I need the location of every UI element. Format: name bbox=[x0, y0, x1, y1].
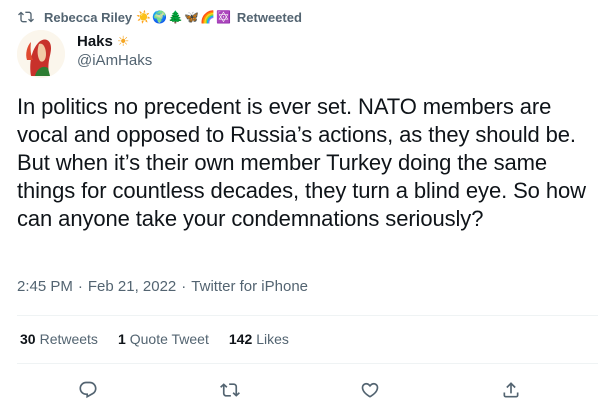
author-handle[interactable]: @iAmHaks bbox=[77, 52, 152, 69]
tweet-author: Haks ☀ @iAmHaks bbox=[17, 30, 152, 78]
retweet-context[interactable]: Rebecca Riley ☀️ 🌍 🌲 🦋 🌈 🔯 Retweeted bbox=[18, 7, 302, 27]
sun-icon: ☀ bbox=[116, 33, 130, 49]
retweet-icon bbox=[18, 11, 34, 23]
rainbow-emoji: 🌈 bbox=[199, 10, 215, 24]
retweet-button[interactable] bbox=[217, 377, 243, 403]
divider bbox=[17, 363, 598, 364]
likes-label: Likes bbox=[256, 331, 289, 347]
likes-stat[interactable]: 142 Likes bbox=[229, 331, 289, 347]
tweet-date[interactable]: Feb 21, 2022 bbox=[88, 278, 176, 295]
meta-separator: · bbox=[181, 278, 187, 295]
likes-count: 142 bbox=[228, 331, 253, 347]
tweet-text: In politics no precedent is ever set. NA… bbox=[17, 94, 586, 231]
retweet-icon bbox=[220, 383, 240, 397]
tree-emoji: 🌲 bbox=[168, 10, 184, 24]
share-button[interactable] bbox=[498, 377, 524, 403]
quote-tweets-count: 1 bbox=[117, 331, 126, 347]
retweeted-label: Retweeted bbox=[236, 9, 302, 25]
retweeter-emojis: ☀️ 🌍 🌲 🦋 🌈 🔯 bbox=[136, 11, 231, 23]
author-name-text[interactable]: Haks bbox=[77, 33, 113, 50]
tweet-time[interactable]: 2:45 PM bbox=[17, 278, 73, 295]
tweet-metadata: 2:45 PM · Feb 21, 2022 · Twitter for iPh… bbox=[17, 278, 308, 295]
meta-separator: · bbox=[77, 278, 83, 295]
retweeter-name[interactable]: Rebecca Riley bbox=[44, 10, 132, 25]
reply-button[interactable] bbox=[75, 377, 101, 403]
quote-tweets-stat[interactable]: 1 Quote Tweet bbox=[118, 331, 209, 347]
like-button[interactable] bbox=[357, 377, 383, 403]
avatar[interactable] bbox=[17, 30, 65, 78]
author-display-name[interactable]: Haks ☀ bbox=[77, 33, 152, 50]
tweet-stats: 30 Retweets 1 Quote Tweet 142 Likes bbox=[20, 331, 289, 347]
retweets-stat[interactable]: 30 Retweets bbox=[20, 331, 98, 347]
quote-tweets-label: Quote Tweet bbox=[129, 331, 209, 347]
tweet-actions bbox=[0, 375, 598, 405]
sun-emoji: ☀️ bbox=[136, 10, 152, 24]
tweet-source[interactable]: Twitter for iPhone bbox=[191, 278, 308, 295]
retweets-label: Retweets bbox=[39, 331, 98, 347]
retweets-count: 30 bbox=[20, 331, 36, 347]
divider bbox=[17, 315, 598, 316]
globe-emoji: 🌍 bbox=[152, 10, 168, 24]
star-of-david-emoji: 🔯 bbox=[215, 10, 231, 24]
reply-icon bbox=[79, 381, 97, 399]
heart-icon bbox=[361, 382, 379, 398]
share-icon bbox=[503, 382, 519, 398]
butterfly-emoji: 🦋 bbox=[184, 10, 199, 24]
